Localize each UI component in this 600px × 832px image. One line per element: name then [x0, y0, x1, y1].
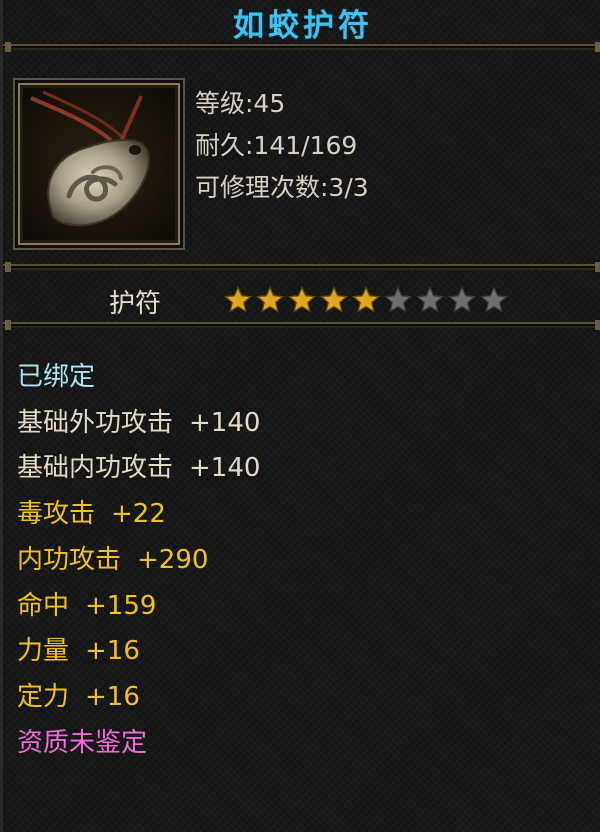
- attribute-row: 已绑定: [17, 356, 95, 393]
- divider-bottom: [3, 320, 600, 330]
- item-tooltip: 如蛟护符 等级:45 耐久:141/169 可修理次数:3/3 护符 已绑定 基…: [0, 0, 600, 832]
- attribute-label: 内功攻击: [17, 545, 122, 575]
- attribute-row: 力量 +16: [17, 630, 140, 667]
- attribute-value: +290: [137, 545, 209, 575]
- attribute-value: +159: [85, 591, 157, 621]
- star-icon: [223, 285, 253, 313]
- star-icon: [255, 285, 285, 313]
- star-icon: [415, 285, 445, 313]
- star-rating: [223, 285, 509, 315]
- attribute-label: 基础内功攻击: [17, 453, 174, 483]
- item-type: 护符: [109, 289, 162, 319]
- attribute-label: 毒攻击: [17, 499, 96, 529]
- attribute-label: 基础外功攻击: [17, 408, 174, 438]
- attribute-row: 定力 +16: [17, 676, 140, 713]
- divider-top: [3, 42, 600, 52]
- star-icon: [319, 285, 349, 313]
- attribute-label: 力量: [17, 636, 70, 666]
- attribute-value: +140: [189, 408, 261, 438]
- attribute-row: 命中 +159: [17, 585, 156, 622]
- attribute-row: 内功攻击 +290: [17, 539, 208, 576]
- attribute-label: 定力: [17, 682, 70, 712]
- title-bar: 如蛟护符: [3, 0, 600, 44]
- star-icon: [447, 285, 477, 313]
- attribute-label: 资质未鉴定: [17, 728, 148, 758]
- jade-amulet-icon: [23, 88, 175, 240]
- attribute-value: +22: [111, 499, 166, 529]
- star-icon: [383, 285, 413, 313]
- item-name: 如蛟护符: [233, 7, 373, 44]
- attribute-row: 基础外功攻击 +140: [17, 402, 260, 439]
- attribute-value: +16: [85, 636, 140, 666]
- star-icon: [351, 285, 381, 313]
- item-level: 等级:45: [195, 89, 286, 118]
- item-icon-frame: [13, 78, 185, 250]
- item-repair-count: 可修理次数:3/3: [195, 173, 369, 202]
- attribute-value: +140: [189, 453, 261, 483]
- star-icon: [479, 285, 509, 313]
- attribute-row: 毒攻击 +22: [17, 493, 166, 530]
- attribute-label: 已绑定: [17, 362, 96, 392]
- item-durability: 耐久:141/169: [195, 131, 358, 160]
- attribute-value: +16: [85, 682, 140, 712]
- attribute-row: 资质未鉴定: [17, 722, 147, 759]
- attribute-label: 命中: [17, 591, 70, 621]
- attribute-row: 基础内功攻击 +140: [17, 447, 260, 484]
- star-icon: [287, 285, 317, 313]
- divider-middle: [3, 262, 600, 272]
